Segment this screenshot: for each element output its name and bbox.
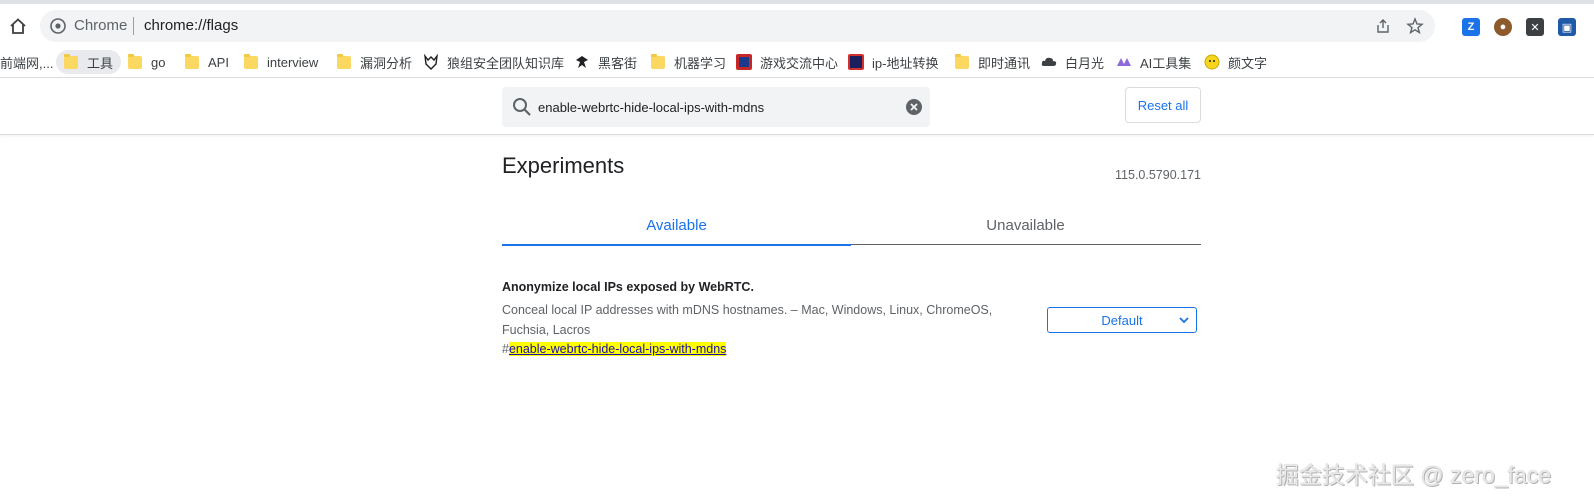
bookmark-label: 白月光 — [1065, 55, 1105, 71]
bookmark-item[interactable]: 黑客街 — [574, 50, 637, 74]
ai-icon — [1117, 58, 1131, 66]
bookmark-folder[interactable]: interview — [244, 50, 318, 74]
folder-icon — [128, 53, 142, 69]
bookmark-label: 游戏交流中心 — [760, 55, 839, 71]
home-icon[interactable] — [6, 14, 30, 38]
smiley-icon — [1204, 54, 1220, 70]
experiment-selected-option: Default — [1101, 312, 1143, 328]
tab-available[interactable]: Available — [502, 205, 851, 246]
bookmark-label: interview — [267, 54, 319, 70]
clear-search-icon[interactable] — [905, 98, 923, 116]
experiment-anchor[interactable]: enable-webrtc-hide-local-ips-with-mdns — [508, 342, 727, 356]
search-icon — [513, 98, 531, 116]
bookmark-folder[interactable]: go — [128, 50, 165, 74]
bookmark-item[interactable]: 前端网,... — [0, 50, 53, 74]
extension-cookie-icon[interactable]: ● — [1494, 18, 1512, 36]
bookmark-item[interactable]: 游戏交流中心 — [736, 50, 838, 74]
bookmark-item[interactable]: 白月光 — [1041, 50, 1104, 74]
folder-icon — [955, 53, 969, 69]
share-icon[interactable] — [1375, 18, 1391, 34]
browser-toolbar: Chrome chrome://flags Z ● ✕ ▣ — [0, 0, 1594, 46]
wolf-icon — [424, 54, 438, 70]
experiment-permalink[interactable]: #enable-webrtc-hide-local-ips-with-mdns — [502, 342, 727, 356]
folder-icon — [651, 53, 665, 69]
extension-translate-icon[interactable]: ▣ — [1558, 18, 1576, 36]
folder-icon — [64, 53, 78, 69]
search-input[interactable] — [538, 96, 888, 118]
bookmark-label: ip-地址转换 — [872, 55, 939, 71]
bookmark-label: 颜文字 — [1228, 55, 1268, 71]
chrome-icon — [50, 18, 66, 34]
omnibox[interactable]: Chrome chrome://flags — [40, 10, 1435, 42]
bookmark-label: 狼组安全团队知识库 — [447, 55, 565, 71]
bookmark-item[interactable]: AI工具集 — [1116, 50, 1191, 74]
omnibox-url[interactable]: chrome://flags — [144, 18, 238, 34]
experiment-hash: # — [502, 342, 509, 356]
extension-z-icon[interactable]: Z — [1462, 18, 1480, 36]
folder-icon — [185, 53, 199, 69]
omnibox-separator — [133, 17, 134, 35]
experiment-item: Anonymize local IPs exposed by WebRTC. C… — [502, 280, 1201, 360]
ip-icon — [848, 54, 864, 70]
bookmark-label: 工具 — [87, 55, 114, 71]
bookmark-star-icon[interactable] — [1406, 17, 1424, 35]
experiment-description: Conceal local IP addresses with mDNS hos… — [502, 303, 993, 337]
bookmarks-bar: 前端网,... 工具 go API interview 漏洞分析 狼组安全团队知… — [0, 46, 1594, 78]
bookmark-folder[interactable]: API — [185, 50, 229, 74]
bookmark-label: 即时通讯 — [978, 55, 1031, 71]
bookmark-folder[interactable]: 漏洞分析 — [337, 50, 412, 74]
page-title: Experiments — [502, 153, 625, 178]
search-box — [502, 87, 930, 127]
bookmark-item[interactable]: 颜文字 — [1204, 50, 1267, 74]
bookmark-item[interactable]: 狼组安全团队知识库 — [423, 50, 564, 74]
bookmark-folder[interactable]: 机器学习 — [651, 50, 726, 74]
flags-header: Reset all — [0, 79, 1594, 135]
watermark: 掘金技术社区 @ zero_face — [1276, 462, 1552, 488]
folder-icon — [244, 53, 258, 69]
tab-bar: Available Unavailable — [502, 205, 1201, 246]
reset-all-button[interactable]: Reset all — [1125, 87, 1201, 123]
bookmark-label: 机器学习 — [674, 55, 727, 71]
hacker-icon — [576, 56, 588, 68]
bookmark-label: 前端网,... — [0, 55, 54, 71]
extension-x-icon[interactable]: ✕ — [1526, 18, 1544, 36]
experiment-state-select[interactable]: Default — [1047, 307, 1197, 333]
bookmark-label: 漏洞分析 — [360, 55, 413, 71]
bookmark-item[interactable]: ip-地址转换 — [848, 50, 938, 74]
bookmark-folder[interactable]: 工具 — [56, 50, 122, 74]
bookmark-label: 黑客街 — [598, 55, 638, 71]
omnibox-site-name: Chrome — [74, 17, 128, 34]
chevron-down-icon — [1179, 317, 1189, 324]
bookmark-label: AI工具集 — [1140, 55, 1192, 71]
tab-unavailable[interactable]: Unavailable — [851, 205, 1200, 245]
chrome-version: 115.0.5790.171 — [1115, 168, 1201, 182]
bookmark-folder[interactable]: 即时通讯 — [955, 50, 1030, 74]
bookmark-label: API — [208, 54, 229, 70]
experiment-name: Anonymize local IPs exposed by WebRTC. — [502, 280, 754, 294]
game-icon — [736, 54, 752, 70]
cloud-icon — [1041, 57, 1057, 66]
folder-icon — [337, 53, 351, 69]
bookmark-label: go — [151, 54, 166, 70]
